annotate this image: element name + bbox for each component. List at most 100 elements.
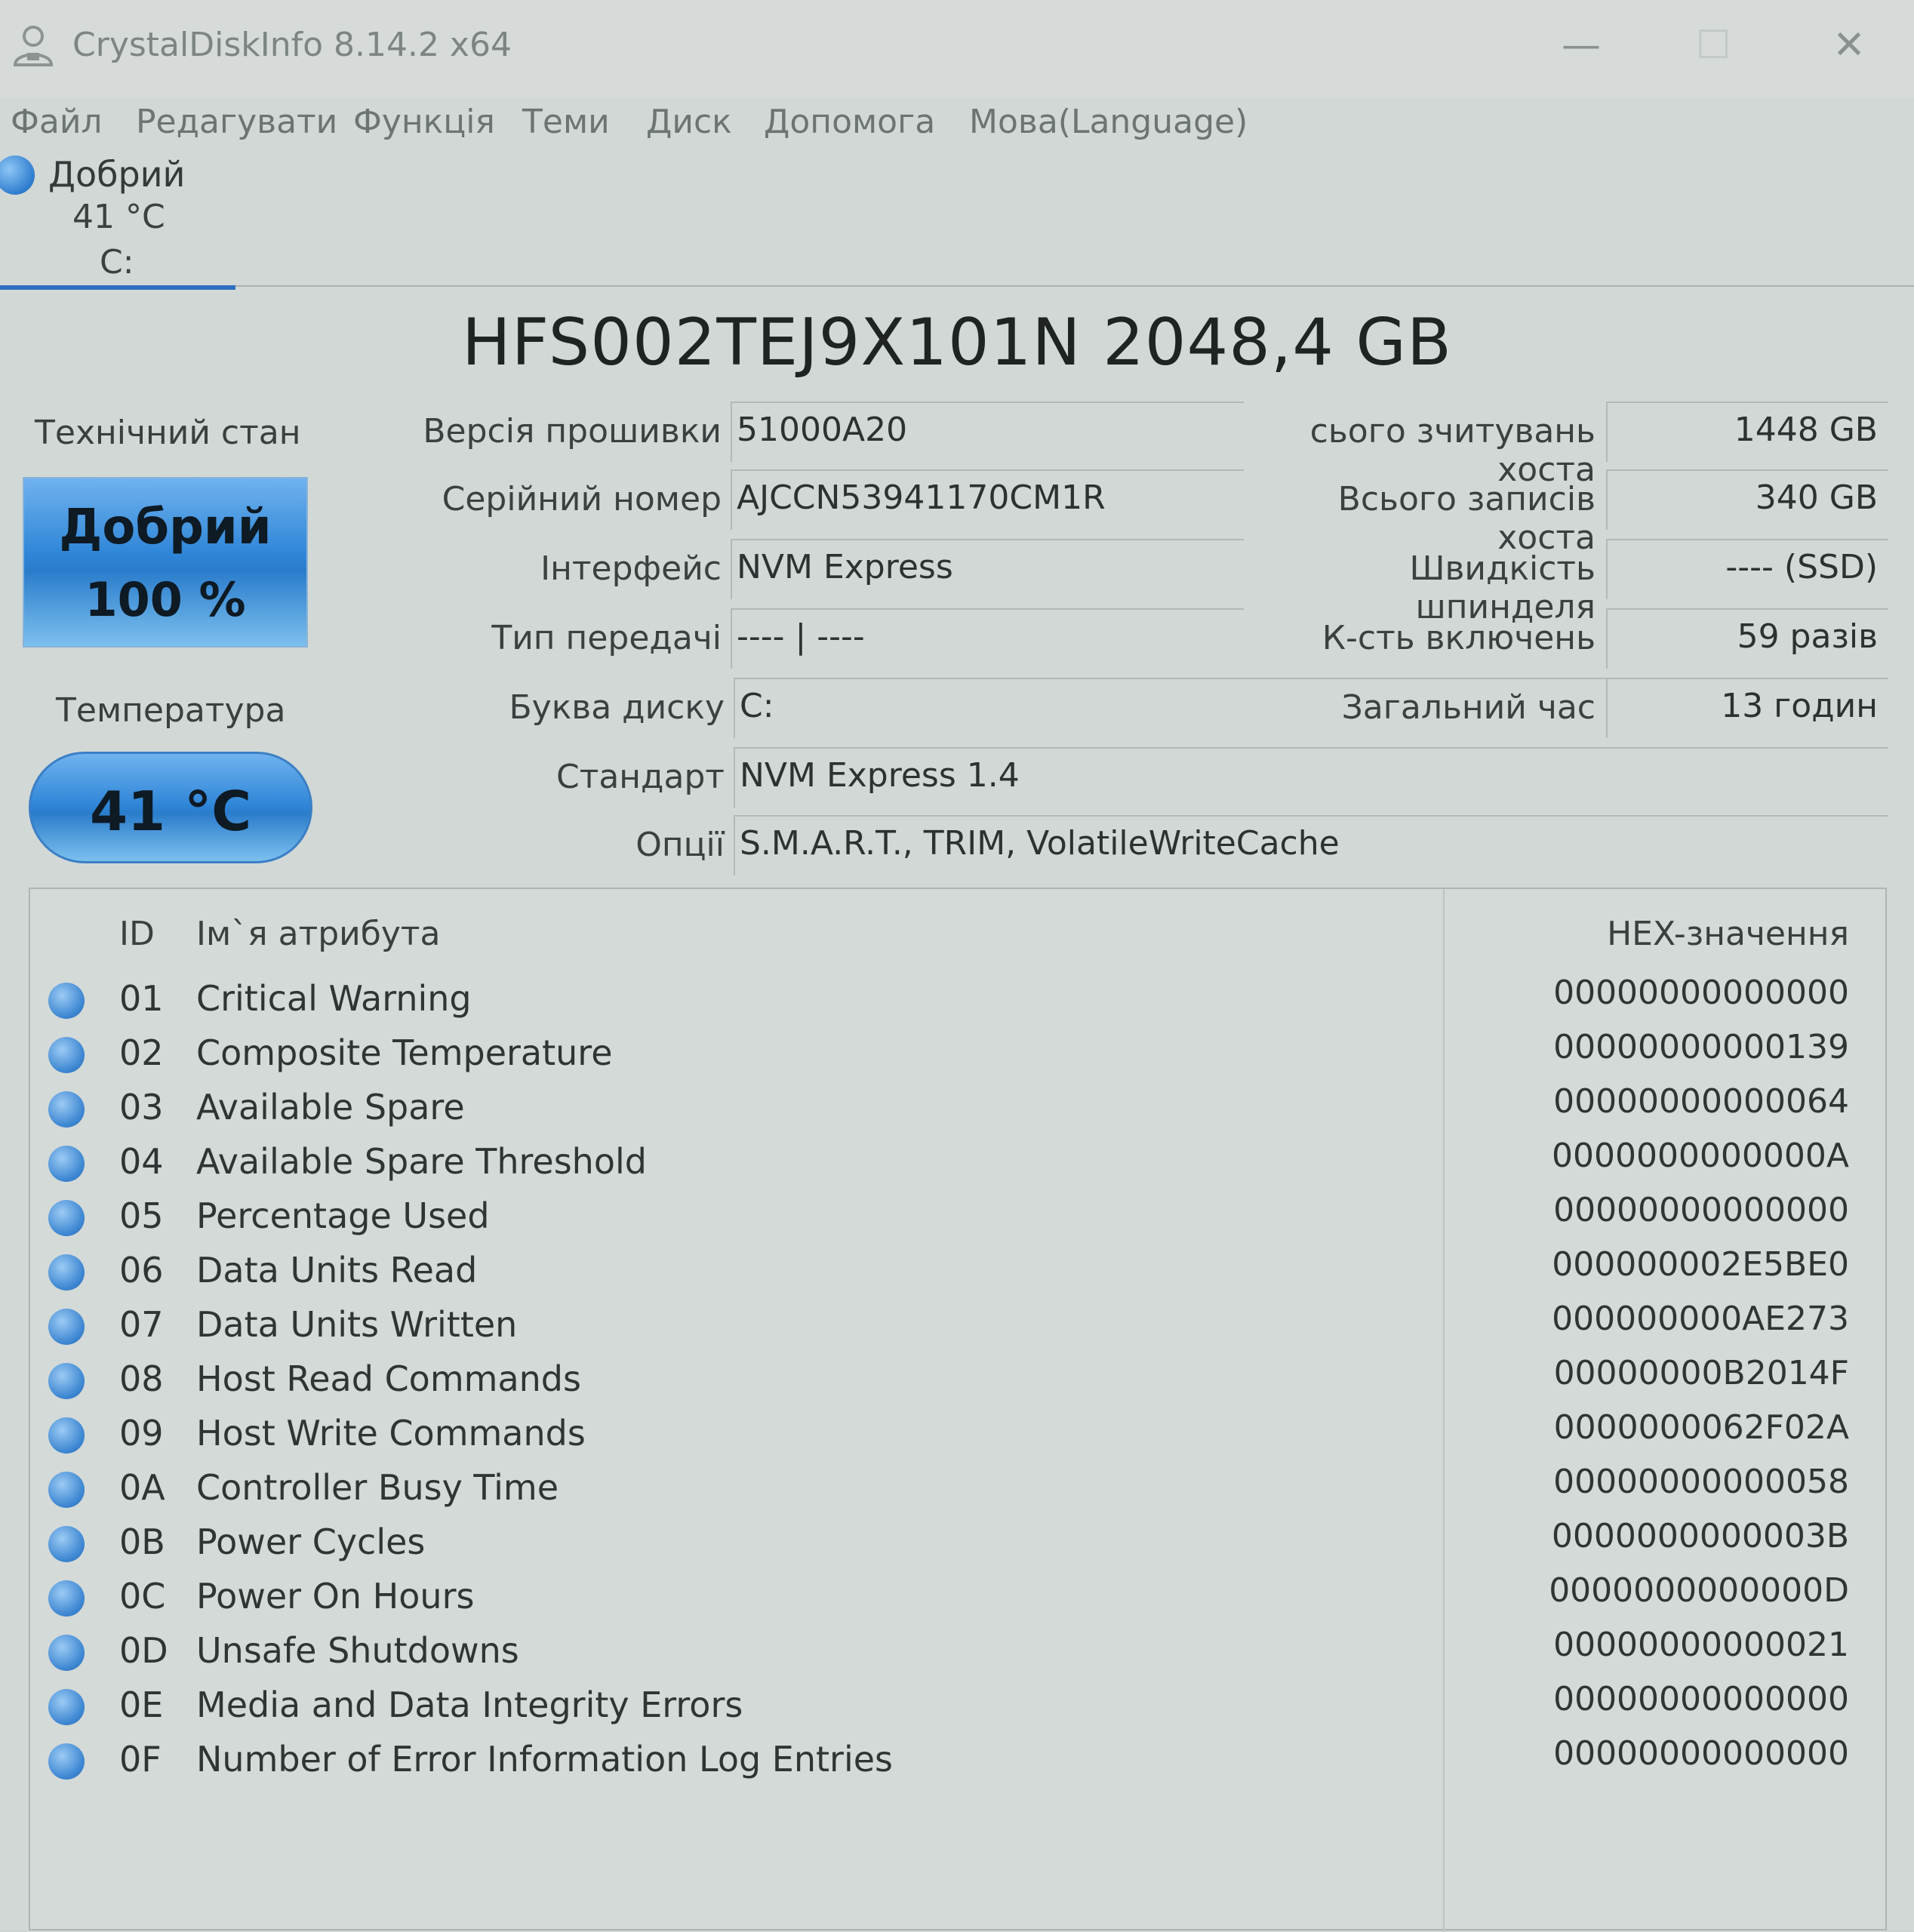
smart-attributes-table[interactable]: ID Ім`я атрибута HEX-значення 01 Critica… [29,888,1887,1932]
attribute-name: Number of Error Information Log Entries [196,1739,894,1780]
transfer-mode-value: ---- | ---- [731,608,1244,669]
status-dot-icon [48,1037,85,1073]
table-row[interactable]: 03 Available Spare 00000000000064 [30,1082,1885,1137]
attribute-name: Data Units Read [196,1250,478,1291]
attribute-hex: 00000000000000 [1553,974,1849,1012]
menu-function[interactable]: Функція [353,103,495,141]
table-row[interactable]: 07 Data Units Written 000000000AE273 [30,1300,1885,1354]
attribute-name: Host Read Commands [196,1358,581,1399]
attribute-name: Available Spare Threshold [196,1141,647,1182]
status-dot-icon [48,1200,85,1236]
column-header-id[interactable]: ID [119,915,155,953]
standard-label: Стандарт [555,758,725,796]
menu-help[interactable]: Допомога [764,103,935,141]
table-row[interactable]: 02 Composite Temperature 00000000000139 [30,1028,1885,1082]
attribute-hex: 00000000000058 [1553,1463,1849,1501]
active-tab-indicator [0,285,235,290]
host-reads-label: сього зчитувань хоста [1309,412,1596,489]
close-button[interactable]: ✕ [1808,15,1891,75]
table-row[interactable]: 0D Unsafe Shutdowns 00000000000021 [30,1626,1885,1680]
column-header-name[interactable]: Ім`я атрибута [196,915,441,953]
health-status-box[interactable]: Добрий 100 % [23,477,308,648]
table-row[interactable]: 04 Available Spare Threshold 00000000000… [30,1137,1885,1191]
status-dot-icon [48,1526,85,1562]
interface-label: Інтерфейс [540,549,722,588]
table-row[interactable]: 05 Percentage Used 00000000000000 [30,1191,1885,1245]
table-row[interactable]: 0B Power Cycles 0000000000003B [30,1517,1885,1571]
disk-model-title: HFS002TEJ9X101N 2048,4 GB [462,305,1452,380]
drive-tab-c[interactable]: Добрий 41 °C C: [0,151,235,291]
menu-disk[interactable]: Диск [646,103,732,141]
minimize-button[interactable]: — [1540,15,1623,75]
status-dot-icon [48,1635,85,1671]
column-header-hex[interactable]: HEX-значення [1442,915,1849,953]
table-row[interactable]: 0C Power On Hours 0000000000000D [30,1571,1885,1626]
status-dot-icon [48,1472,85,1508]
attribute-id: 06 [119,1250,164,1291]
table-row[interactable]: 0F Number of Error Information Log Entri… [30,1734,1885,1789]
table-row[interactable]: 08 Host Read Commands 00000000B2014F [30,1354,1885,1408]
attribute-hex: 00000000000021 [1553,1626,1849,1664]
attribute-hex: 0000000000003B [1551,1517,1849,1555]
attribute-name: Percentage Used [196,1195,490,1236]
serial-label: Серійний номер [442,480,722,518]
host-reads-value: 1448 GB [1606,401,1888,462]
attribute-name: Unsafe Shutdowns [196,1630,519,1671]
menu-language[interactable]: Мова(Language) [969,103,1248,141]
attribute-id: 03 [119,1087,164,1128]
tab-divider [235,285,1914,287]
table-row[interactable]: 0A Controller Busy Time 00000000000058 [30,1463,1885,1517]
health-label: Технічний стан [35,414,301,452]
attribute-id: 0E [119,1684,164,1725]
menu-file[interactable]: Файл [11,103,103,141]
menu-themes[interactable]: Теми [522,103,610,141]
firmware-label: Версія прошивки [423,412,722,451]
attribute-hex: 00000000B2014F [1553,1354,1849,1392]
attribute-id: 04 [119,1141,164,1182]
title-bar: CrystalDiskInfo 8.14.2 x64 — ☐ ✕ [0,0,1914,98]
status-dot-icon [48,1254,85,1291]
attribute-name: Power Cycles [196,1521,426,1562]
attribute-hex: 00000000000000 [1553,1734,1849,1773]
status-dot-icon [48,1309,85,1345]
transfer-mode-label: Тип передачі [491,619,722,657]
features-value: S.M.A.R.T., TRIM, VolatileWriteCache [734,815,1888,875]
attribute-hex: 000000002E5BE0 [1552,1245,1849,1284]
temperature-label: Температура [56,691,286,730]
window-title: CrystalDiskInfo 8.14.2 x64 [72,26,512,64]
status-dot-icon [48,1743,85,1780]
attribute-hex: 0000000000000D [1549,1571,1849,1610]
attribute-name: Media and Data Integrity Errors [196,1684,743,1725]
attribute-name: Critical Warning [196,978,472,1019]
attribute-hex: 00000000000000 [1553,1680,1849,1718]
temperature-box[interactable]: 41 °C [29,752,312,863]
attribute-id: 05 [119,1195,164,1236]
attribute-id: 07 [119,1304,164,1345]
interface-value: NVM Express [731,539,1244,599]
attribute-name: Available Spare [196,1087,465,1128]
menu-bar: Файл Редагувати Функція Теми Диск Допомо… [0,98,1914,151]
table-row[interactable]: 06 Data Units Read 000000002E5BE0 [30,1245,1885,1300]
maximize-button[interactable]: ☐ [1672,15,1755,75]
health-status-icon [0,155,35,195]
drive-tab-temperature: 41 °C [72,198,165,236]
attribute-id: 0C [119,1576,166,1617]
rotation-rate-label: Швидкість шпинделя [1409,549,1596,626]
menu-edit[interactable]: Редагувати [136,103,337,141]
table-row[interactable]: 0E Media and Data Integrity Errors 00000… [30,1680,1885,1734]
app-window: CrystalDiskInfo 8.14.2 x64 — ☐ ✕ Файл Ре… [0,0,1914,1932]
power-on-count-label: К-сть включень [1322,619,1596,657]
attribute-name: Data Units Written [196,1304,518,1345]
table-row[interactable]: 01 Critical Warning 00000000000000 [30,974,1885,1028]
table-row[interactable]: 09 Host Write Commands 0000000062F02A [30,1408,1885,1463]
attribute-id: 09 [119,1413,164,1454]
attribute-id: 0A [119,1467,165,1508]
drive-tab-status: Добрий [48,154,186,195]
attribute-hex: 0000000062F02A [1553,1408,1849,1447]
drive-tab-letter: C: [100,243,134,281]
attribute-name: Host Write Commands [196,1413,586,1454]
status-dot-icon [48,1146,85,1182]
power-on-count-value: 59 разів [1606,608,1888,669]
app-icon [13,26,54,66]
drive-letter-label: Буква диску [509,688,725,727]
